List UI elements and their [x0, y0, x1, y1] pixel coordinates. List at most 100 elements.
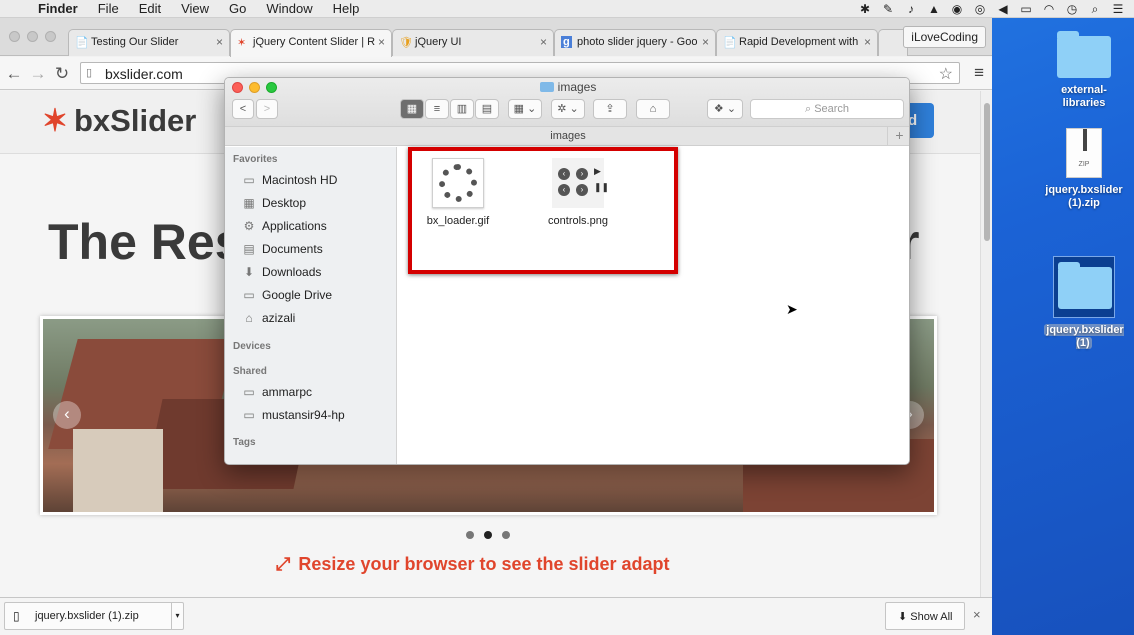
finder-search-field[interactable]: ⌕ Search: [750, 99, 904, 119]
loader-gif-icon: [432, 158, 484, 208]
forward-button[interactable]: >: [256, 99, 278, 119]
reload-icon[interactable]: ↻: [52, 64, 72, 84]
hero-title: The Res: [48, 214, 243, 270]
page-info-icon[interactable]: ▯: [86, 66, 92, 79]
drive-icon[interactable]: ▲: [928, 2, 940, 16]
tab-images[interactable]: images: [550, 130, 585, 142]
sidebar-item-applications[interactable]: ⚙ Applications: [241, 219, 327, 239]
applications-icon: ⚙: [243, 219, 255, 233]
list-view-button[interactable]: ≡: [425, 99, 449, 119]
bxslider-favicon-icon: ✶: [237, 37, 247, 49]
sidebar-item-desktop[interactable]: ▦ Desktop: [241, 196, 306, 216]
site-logo[interactable]: ✶ bxSlider: [42, 103, 196, 139]
record-icon[interactable]: ◎: [974, 2, 986, 16]
bell-icon[interactable]: ♪: [905, 2, 917, 16]
cover-flow-button[interactable]: ▤: [475, 99, 499, 119]
icon-view-button[interactable]: ▦: [400, 99, 424, 119]
desktop-folder-jquery-bxslider[interactable]: jquery.bxslider (1): [1038, 256, 1130, 350]
share-button[interactable]: ⇪: [593, 99, 627, 119]
devices-heading: Devices: [233, 341, 271, 352]
resize-note: ⤢ Resize your browser to see the slider a…: [276, 554, 670, 575]
tab-rapid-development[interactable]: 📄 Rapid Development with ×: [716, 29, 878, 56]
bookmark-star-icon[interactable]: ☆: [939, 64, 953, 84]
resize-arrows-icon: ⤢: [276, 554, 291, 574]
sidebar-item-azizali[interactable]: ⌂ azizali: [241, 311, 295, 331]
clock-icon[interactable]: ◷: [1066, 2, 1078, 16]
window-controls: [9, 31, 56, 42]
close-tab-icon[interactable]: ×: [540, 35, 547, 49]
wifi-icon[interactable]: ◠: [1043, 2, 1055, 16]
zoom-window-button[interactable]: [45, 31, 56, 42]
tab-jquery-ui[interactable]: 🛡 jQuery UI ×: [392, 29, 554, 56]
menu-file[interactable]: File: [98, 1, 119, 16]
profile-button[interactable]: iLoveCoding: [903, 26, 986, 48]
menu-finder[interactable]: Finder: [38, 1, 78, 16]
add-tab-icon[interactable]: +: [887, 127, 909, 145]
tag-button[interactable]: ⌂: [636, 99, 670, 119]
dropbox-button[interactable]: ❖ ⌄: [707, 99, 743, 119]
volume-icon[interactable]: ◀: [997, 2, 1009, 16]
sidebar-item-macintosh-hd[interactable]: ▭ Macintosh HD: [241, 173, 337, 193]
close-tab-icon[interactable]: ×: [702, 35, 709, 49]
menu-edit[interactable]: Edit: [139, 1, 161, 16]
tab-google-search[interactable]: g photo slider jquery - Goo ×: [554, 29, 716, 56]
close-tab-icon[interactable]: ×: [864, 35, 871, 49]
bxslider-star-icon: ✶: [42, 103, 68, 138]
app-icon[interactable]: ◉: [951, 2, 963, 16]
menu-help[interactable]: Help: [333, 1, 360, 16]
tab-label: Rapid Development with: [739, 36, 859, 48]
list-icon[interactable]: ☰: [1112, 2, 1124, 16]
page-icon: 📄: [723, 37, 737, 49]
google-icon: g: [561, 36, 572, 48]
tab-jquery-content-slider[interactable]: ✶ jQuery Content Slider | R ×: [230, 29, 392, 57]
desktop-zip-file[interactable]: ZIP jquery.bxslider (1).zip: [1038, 128, 1130, 210]
tab-testing-slider[interactable]: 📄 Testing Our Slider ×: [68, 29, 230, 56]
tab-label: photo slider jquery - Goo: [577, 36, 698, 48]
finder-titlebar: images < > ▦ ≡ ▥ ▤ ▦ ⌄ ✲ ⌄ ⇪ ⌂ ❖ ⌄ ⌕ Sea…: [225, 78, 909, 126]
scrollbar-thumb[interactable]: [984, 103, 990, 241]
menu-window[interactable]: Window: [266, 1, 312, 16]
sidebar-item-ammarpc[interactable]: ▭ ammarpc: [241, 385, 312, 405]
forward-arrow-icon[interactable]: →: [28, 64, 48, 84]
menu-go[interactable]: Go: [229, 1, 246, 16]
close-download-shelf-icon[interactable]: ×: [973, 607, 981, 622]
sidebar-item-documents[interactable]: ▤ Documents: [241, 242, 322, 262]
sidebar-item-downloads[interactable]: ⬇ Downloads: [241, 265, 321, 285]
arrange-button[interactable]: ▦ ⌄: [508, 99, 542, 119]
bluetooth-icon[interactable]: ✱: [859, 2, 871, 16]
pager-dot-active[interactable]: [484, 531, 492, 539]
controls-png-icon: ‹ › ‹ › ▶ ❚❚: [552, 158, 609, 208]
battery-icon[interactable]: ▭: [1020, 2, 1032, 16]
minimize-window-button[interactable]: [27, 31, 38, 42]
back-button[interactable]: <: [232, 99, 254, 119]
back-arrow-icon[interactable]: ←: [4, 64, 24, 84]
tool-icon[interactable]: ✎: [882, 2, 894, 16]
finder-content: bx_loader.gif ‹ › ‹ › ▶ ❚❚ controls.png …: [398, 147, 909, 464]
slider-prev-arrow-icon[interactable]: ‹: [53, 401, 81, 429]
chevron-down-icon[interactable]: ▾: [171, 603, 183, 629]
file-name: controls.png: [548, 215, 608, 227]
desktop-icon-label: jquery.bxslider (1): [1044, 324, 1124, 349]
close-tab-icon[interactable]: ×: [216, 35, 223, 49]
pager-dot[interactable]: [466, 531, 474, 539]
file-icon: ▯: [13, 609, 20, 623]
file-bx-loader[interactable]: bx_loader.gif: [422, 158, 494, 227]
hamburger-menu-icon[interactable]: ≡: [974, 63, 984, 83]
page-scrollbar[interactable]: [980, 91, 992, 597]
close-window-button[interactable]: [9, 31, 20, 42]
desktop-folder-external-libraries[interactable]: external-libraries: [1044, 31, 1124, 110]
menu-bar: Finder File Edit View Go Window Help ✱ ✎…: [0, 0, 1134, 18]
column-view-button[interactable]: ▥: [450, 99, 474, 119]
sidebar-item-google-drive[interactable]: ▭ Google Drive: [241, 288, 332, 308]
close-tab-icon[interactable]: ×: [378, 35, 385, 49]
pager-dot[interactable]: [502, 531, 510, 539]
mouse-pointer-icon: ➤: [786, 301, 798, 317]
action-gear-button[interactable]: ✲ ⌄: [551, 99, 585, 119]
search-icon[interactable]: ⌕: [1089, 2, 1101, 17]
show-all-downloads-button[interactable]: ⬇ Show All: [885, 602, 965, 630]
sidebar-item-mustansir94-hp[interactable]: ▭ mustansir94-hp: [241, 408, 344, 428]
menu-view[interactable]: View: [181, 1, 209, 16]
download-item[interactable]: ▯ jquery.bxslider (1).zip ▾: [4, 602, 184, 630]
file-controls[interactable]: ‹ › ‹ › ▶ ❚❚ controls.png: [538, 158, 618, 227]
finder-tab-bar: images +: [225, 126, 909, 146]
